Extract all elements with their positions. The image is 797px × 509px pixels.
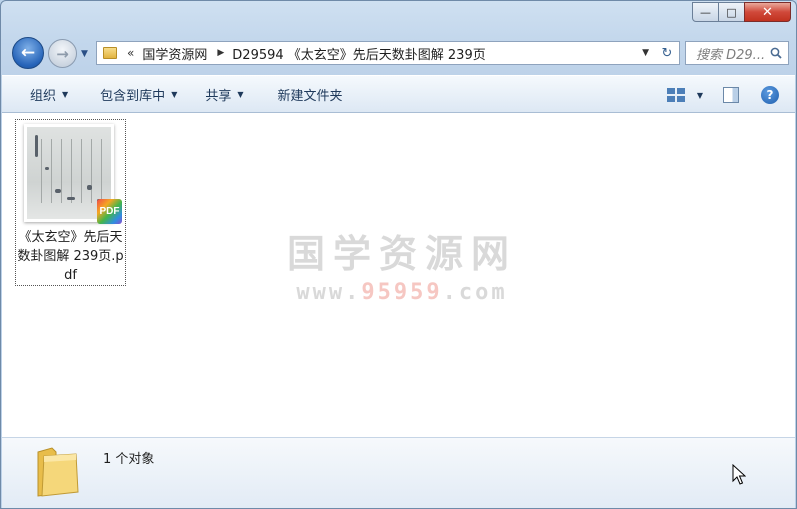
explorer-window: — □ ✕ ← → ▼ « 国学资源网 ▶ D29594 《太玄空》先后天数卦图… xyxy=(0,0,797,509)
close-button[interactable]: ✕ xyxy=(744,2,791,22)
include-in-library-label: 包含到库中 xyxy=(100,88,166,104)
view-options-dropdown-icon[interactable]: ▼ xyxy=(697,91,703,100)
organize-menu[interactable]: 组织 ▼ xyxy=(20,82,78,106)
item-count: 1 个对象 xyxy=(103,452,155,467)
pdf-app-icon: PDF xyxy=(97,199,122,224)
folder-icon xyxy=(103,47,117,59)
search-icon[interactable] xyxy=(770,47,782,59)
chevron-down-icon: ▼ xyxy=(171,89,178,99)
help-icon[interactable]: ? xyxy=(761,86,779,104)
minimize-button[interactable]: — xyxy=(692,2,719,22)
refresh-icon: ↻ xyxy=(661,45,673,61)
breadcrumb-current[interactable]: D29594 《太玄空》先后天数卦图解 239页 xyxy=(232,44,485,63)
share-menu[interactable]: 共享 ▼ xyxy=(195,82,253,106)
back-button[interactable]: ← xyxy=(12,37,44,69)
folder-icon xyxy=(37,447,79,497)
share-label: 共享 xyxy=(205,88,232,104)
address-dropdown-icon[interactable]: ▼ xyxy=(642,48,649,58)
organize-label: 组织 xyxy=(30,88,57,104)
address-overflow-chevron[interactable]: « xyxy=(127,46,134,60)
include-in-library-menu[interactable]: 包含到库中 ▼ xyxy=(90,82,187,106)
new-folder-button[interactable]: 新建文件夹 xyxy=(268,82,353,106)
file-list-area[interactable]: 国学资源网 www.95959.com PDF 《太玄空》先后天数卦图解 239… xyxy=(2,113,795,437)
breadcrumb-root[interactable]: 国学资源网 xyxy=(142,44,207,63)
new-folder-label: 新建文件夹 xyxy=(277,88,343,104)
chevron-down-icon: ▼ xyxy=(237,89,244,99)
breadcrumb-separator-icon[interactable]: ▶ xyxy=(217,48,224,58)
change-view-icon[interactable] xyxy=(666,88,685,102)
search-input[interactable]: 搜索 D29... xyxy=(696,44,764,63)
toolbar-right-group: ▼ ? xyxy=(666,76,795,114)
mouse-cursor-icon xyxy=(732,464,746,485)
watermark-title: 国学资源网 xyxy=(286,232,517,276)
chevron-down-icon: ▼ xyxy=(81,49,88,59)
file-item-pdf[interactable]: PDF 《太玄空》先后天数卦图解 239页.pdf xyxy=(15,119,126,286)
recent-pages-dropdown[interactable]: ▼ xyxy=(81,49,91,59)
command-bar: 组织 ▼ 包含到库中 ▼ 共享 ▼ 新建文件夹 ▼ ? xyxy=(2,75,795,113)
file-name-label[interactable]: 《太玄空》先后天数卦图解 239页.pdf xyxy=(16,228,125,285)
preview-pane-icon[interactable] xyxy=(723,87,739,103)
minimize-icon: — xyxy=(700,5,711,19)
arrow-left-icon: ← xyxy=(20,43,36,63)
maximize-button[interactable]: □ xyxy=(718,2,745,22)
address-bar[interactable]: « 国学资源网 ▶ D29594 《太玄空》先后天数卦图解 239页 ▼ xyxy=(96,41,656,65)
details-pane: 1 个对象 xyxy=(2,437,795,508)
chevron-down-icon: ▼ xyxy=(62,89,69,99)
forward-button[interactable]: → xyxy=(48,39,77,68)
arrow-right-icon: → xyxy=(56,44,69,63)
maximize-icon: □ xyxy=(726,5,737,19)
caption-buttons: — □ ✕ xyxy=(692,2,791,22)
watermark: 国学资源网 www.95959.com xyxy=(277,223,527,305)
search-box[interactable]: 搜索 D29... xyxy=(685,41,789,65)
refresh-button[interactable]: ↻ xyxy=(655,41,680,65)
close-icon: ✕ xyxy=(762,4,773,20)
watermark-url: www.95959.com xyxy=(296,280,508,305)
